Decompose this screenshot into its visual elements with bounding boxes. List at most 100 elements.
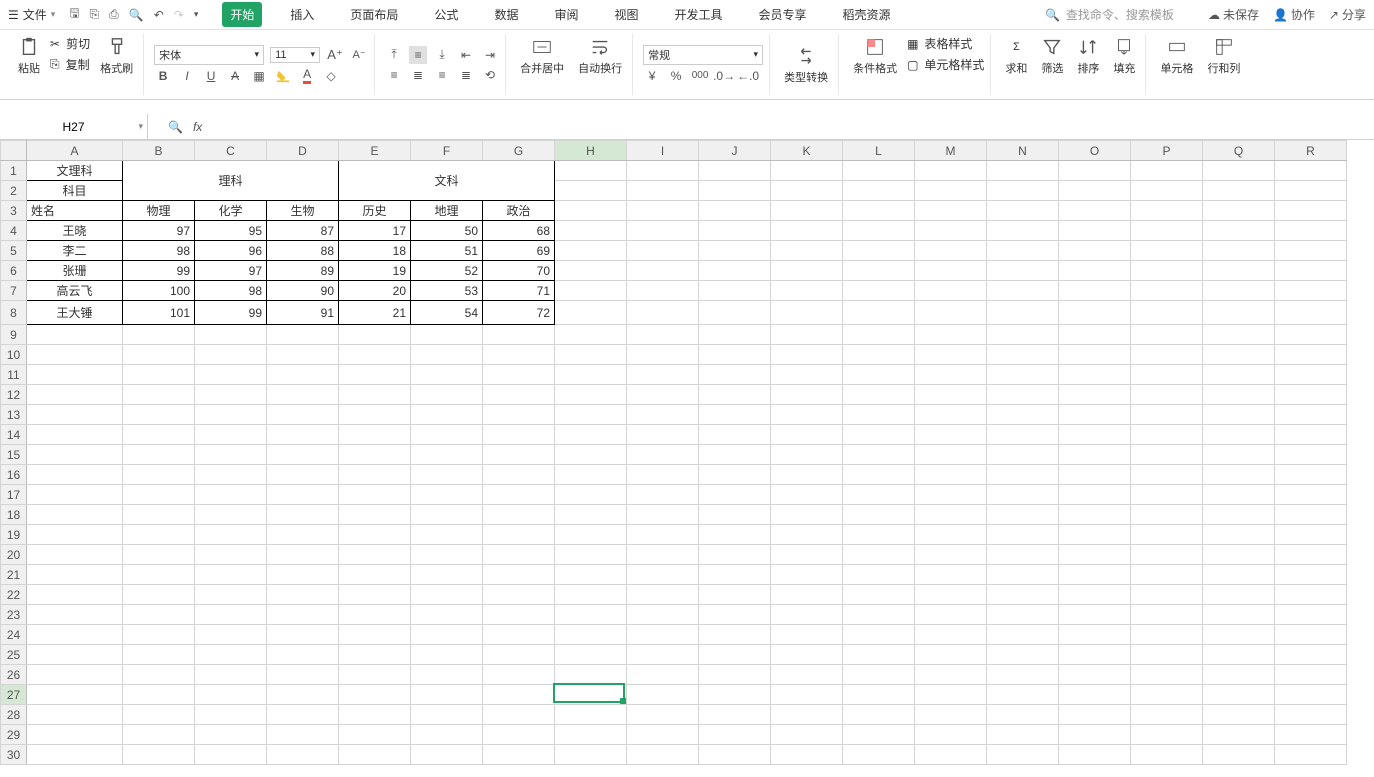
col-header-E[interactable]: E xyxy=(339,141,411,161)
cell-Q14[interactable] xyxy=(1203,425,1275,445)
cell-L12[interactable] xyxy=(843,385,915,405)
cell-C8[interactable]: 99 xyxy=(195,301,267,325)
cell-J6[interactable] xyxy=(699,261,771,281)
cell-J15[interactable] xyxy=(699,445,771,465)
cell-R12[interactable] xyxy=(1275,385,1347,405)
cell-C23[interactable] xyxy=(195,605,267,625)
file-menu[interactable]: ☰ 文件 ▾ xyxy=(8,6,55,23)
cell-D17[interactable] xyxy=(267,485,339,505)
cell-E17[interactable] xyxy=(339,485,411,505)
cell-N18[interactable] xyxy=(987,505,1059,525)
cell-O6[interactable] xyxy=(1059,261,1131,281)
cell-D14[interactable] xyxy=(267,425,339,445)
cell-H14[interactable] xyxy=(555,425,627,445)
cell-H6[interactable] xyxy=(555,261,627,281)
cell-E27[interactable] xyxy=(339,685,411,705)
cell-M14[interactable] xyxy=(915,425,987,445)
cell-O2[interactable] xyxy=(1059,181,1131,201)
qat-more-icon[interactable]: ▾ xyxy=(194,9,199,20)
cell-B20[interactable] xyxy=(123,545,195,565)
cell-E6[interactable]: 19 xyxy=(339,261,411,281)
cell-B18[interactable] xyxy=(123,505,195,525)
cell-E12[interactable] xyxy=(339,385,411,405)
row-header-18[interactable]: 18 xyxy=(1,505,27,525)
cell-R13[interactable] xyxy=(1275,405,1347,425)
cell-M25[interactable] xyxy=(915,645,987,665)
cell-C29[interactable] xyxy=(195,725,267,745)
cell-J27[interactable] xyxy=(699,685,771,705)
cell-O16[interactable] xyxy=(1059,465,1131,485)
cell-A19[interactable] xyxy=(27,525,123,545)
cell-B5[interactable]: 98 xyxy=(123,241,195,261)
tab-data[interactable]: 数据 xyxy=(486,2,526,27)
cell-M4[interactable] xyxy=(915,221,987,241)
col-header-R[interactable]: R xyxy=(1275,141,1347,161)
cell-A22[interactable] xyxy=(27,585,123,605)
row-header-24[interactable]: 24 xyxy=(1,625,27,645)
cell-G25[interactable] xyxy=(483,645,555,665)
increase-decimal-button[interactable]: .0→ xyxy=(715,67,733,85)
cell-G6[interactable]: 70 xyxy=(483,261,555,281)
row-header-7[interactable]: 7 xyxy=(1,281,27,301)
currency-button[interactable]: ¥ xyxy=(643,67,661,85)
cell-N7[interactable] xyxy=(987,281,1059,301)
cell-L5[interactable] xyxy=(843,241,915,261)
format-painter-button[interactable]: 格式刷 xyxy=(96,34,137,95)
cell-D16[interactable] xyxy=(267,465,339,485)
font-size-select[interactable]: 11▾ xyxy=(270,47,320,63)
cell-L4[interactable] xyxy=(843,221,915,241)
cell-O19[interactable] xyxy=(1059,525,1131,545)
percent-button[interactable]: % xyxy=(667,67,685,85)
cell-I13[interactable] xyxy=(627,405,699,425)
align-top-button[interactable]: ⤒ xyxy=(385,46,403,64)
cell-K25[interactable] xyxy=(771,645,843,665)
cell-G16[interactable] xyxy=(483,465,555,485)
cell-Q30[interactable] xyxy=(1203,745,1275,765)
cell-N10[interactable] xyxy=(987,345,1059,365)
cell-L15[interactable] xyxy=(843,445,915,465)
cell-I22[interactable] xyxy=(627,585,699,605)
cell-I20[interactable] xyxy=(627,545,699,565)
cell-D20[interactable] xyxy=(267,545,339,565)
cell-F5[interactable]: 51 xyxy=(411,241,483,261)
cell-J12[interactable] xyxy=(699,385,771,405)
cell-H19[interactable] xyxy=(555,525,627,545)
cell-R7[interactable] xyxy=(1275,281,1347,301)
cell-L16[interactable] xyxy=(843,465,915,485)
cell-M20[interactable] xyxy=(915,545,987,565)
cell-J29[interactable] xyxy=(699,725,771,745)
cell-Q27[interactable] xyxy=(1203,685,1275,705)
cell-A14[interactable] xyxy=(27,425,123,445)
col-header-O[interactable]: O xyxy=(1059,141,1131,161)
cell-H29[interactable] xyxy=(555,725,627,745)
cell-L21[interactable] xyxy=(843,565,915,585)
cell-F22[interactable] xyxy=(411,585,483,605)
cell-A16[interactable] xyxy=(27,465,123,485)
filter-button[interactable]: 筛选 xyxy=(1037,34,1067,95)
cell-M15[interactable] xyxy=(915,445,987,465)
cell-A27[interactable] xyxy=(27,685,123,705)
orientation-button[interactable]: ⟲ xyxy=(481,66,499,84)
cell-I26[interactable] xyxy=(627,665,699,685)
row-header-9[interactable]: 9 xyxy=(1,325,27,345)
cell-D12[interactable] xyxy=(267,385,339,405)
cell-O13[interactable] xyxy=(1059,405,1131,425)
col-header-L[interactable]: L xyxy=(843,141,915,161)
cell-I8[interactable] xyxy=(627,301,699,325)
cell-O21[interactable] xyxy=(1059,565,1131,585)
cell-G9[interactable] xyxy=(483,325,555,345)
cell-D4[interactable]: 87 xyxy=(267,221,339,241)
cell-H17[interactable] xyxy=(555,485,627,505)
cell-E14[interactable] xyxy=(339,425,411,445)
cell-M7[interactable] xyxy=(915,281,987,301)
cell-F3[interactable]: 地理 xyxy=(411,201,483,221)
cell-I24[interactable] xyxy=(627,625,699,645)
fill-color-button[interactable] xyxy=(274,67,292,85)
cell-K26[interactable] xyxy=(771,665,843,685)
cell-M17[interactable] xyxy=(915,485,987,505)
cell-H21[interactable] xyxy=(555,565,627,585)
cell-I12[interactable] xyxy=(627,385,699,405)
cell-P4[interactable] xyxy=(1131,221,1203,241)
cell-F16[interactable] xyxy=(411,465,483,485)
cell-P11[interactable] xyxy=(1131,365,1203,385)
